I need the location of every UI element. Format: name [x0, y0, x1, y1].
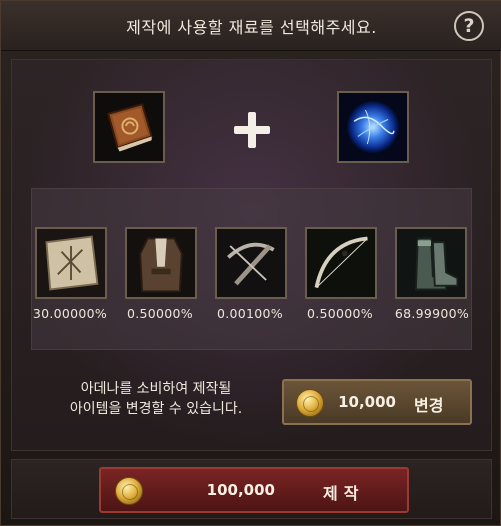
change-description-line-1: 아데나를 소비하여 제작될 [80, 381, 232, 397]
result-item-3[interactable] [215, 227, 287, 299]
result-chance-1: 30.00000% [32, 306, 108, 321]
book-icon [95, 93, 163, 161]
boots-icon [397, 229, 465, 297]
craft-button-label: 제작 [323, 484, 365, 503]
adena-coin-icon [115, 477, 143, 505]
coat-icon [127, 229, 195, 297]
change-description: 아데나를 소비하여 제작될 아이템을 변경할 수 있습니다. [31, 379, 281, 419]
blue-orb-icon [339, 93, 407, 161]
window-header: 제작에 사용할 재료를 선택해주세요. ? [1, 1, 501, 51]
result-chance-4: 0.50000% [307, 306, 373, 321]
result-chance-2: 0.50000% [127, 306, 193, 321]
scroll-icon [37, 229, 105, 297]
crossbow-icon [217, 229, 285, 297]
result-item-4[interactable] [305, 227, 377, 299]
change-description-line-2: 아이템을 변경할 수 있습니다. [69, 401, 243, 417]
material-slot-2[interactable] [337, 91, 409, 163]
window-title: 제작에 사용할 재료를 선택해주세요. [126, 18, 377, 37]
result-chance-3: 0.00100% [217, 306, 283, 321]
change-button[interactable]: 10,000 변경 [282, 379, 472, 425]
change-button-label: 변경 [414, 396, 444, 415]
bow-icon [307, 229, 375, 297]
craft-button[interactable]: 100,000 제작 [99, 467, 409, 513]
crafting-window: 제작에 사용할 재료를 선택해주세요. ? 30.00000% 0.50000%… [0, 0, 501, 526]
result-item-1[interactable] [35, 227, 107, 299]
help-button[interactable]: ? [454, 11, 484, 41]
result-item-2[interactable] [125, 227, 197, 299]
result-item-5[interactable] [395, 227, 467, 299]
result-chance-5: 68.99900% [394, 306, 470, 321]
plus-icon [232, 110, 272, 150]
craft-cost: 100,000 [206, 481, 275, 499]
change-cost: 10,000 [338, 393, 396, 411]
material-slot-1[interactable] [93, 91, 165, 163]
adena-coin-icon [296, 389, 324, 417]
